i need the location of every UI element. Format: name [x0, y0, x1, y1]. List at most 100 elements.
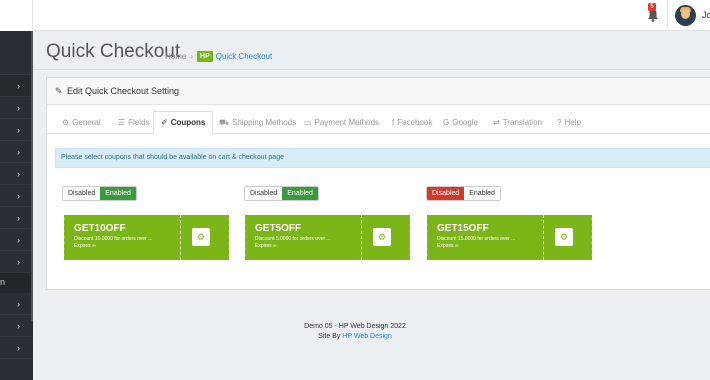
avatar[interactable]	[675, 5, 696, 26]
tab-shipping-methods[interactable]: ⛟ Shipping Methods	[219, 111, 296, 134]
sidebar-item[interactable]: ›	[0, 163, 33, 185]
chevron-right-icon: ›	[17, 125, 20, 135]
coupon-code: GET10OFF	[74, 223, 126, 234]
enabled-option[interactable]: Enabled	[282, 187, 318, 200]
tab-bar: ⚙ General ☰ Fields ✐ Coupons ⛟ Shipping Meth…	[47, 111, 710, 135]
disabled-option[interactable]: Disabled	[427, 187, 465, 200]
sidebar-item[interactable]: ›	[0, 337, 33, 359]
chevron-right-icon: ›	[17, 103, 20, 113]
coupon-toggle[interactable]: Disabled Enabled	[62, 186, 137, 201]
enabled-option[interactable]: Enabled	[464, 187, 500, 200]
tab-label: Google	[452, 118, 479, 127]
top-bar: 5 Jo	[0, 0, 710, 31]
chevron-right-icon: ›	[17, 235, 20, 245]
sidebar-item[interactable]: ›	[0, 119, 33, 141]
coupon-perforation	[543, 215, 544, 260]
chevron-right-icon: ›	[17, 169, 20, 179]
translate-icon: ⇄	[493, 118, 500, 127]
tab-label: Payment Methods	[314, 118, 380, 127]
coupon-edge	[62, 215, 66, 260]
chevron-right-icon: ›	[17, 257, 20, 267]
footer-copyright: Demo 05 - HP Web Design 2022	[304, 323, 406, 330]
breadcrumb-current[interactable]: Quick Checkout	[216, 52, 272, 61]
coupon-toggle[interactable]: Disabled Enabled	[426, 186, 501, 201]
page-title: Quick Checkout	[46, 41, 181, 62]
sidebar-item[interactable]: ›	[0, 207, 33, 229]
gear-icon[interactable]: ⚙	[192, 228, 210, 246]
enabled-option[interactable]: Enabled	[100, 187, 136, 200]
sidebar-item[interactable]: ›	[0, 97, 33, 119]
chevron-right-icon: ›	[17, 147, 20, 157]
chevron-right-icon: ›	[17, 81, 20, 91]
info-alert: Please select coupons that should be ava…	[55, 148, 710, 168]
sidebar-scrollbar[interactable]	[31, 31, 33, 321]
tab-help[interactable]: ? Help	[557, 111, 581, 134]
credit-card-icon: ▭	[304, 118, 312, 127]
coupon-description: Discount 15.0000 for orders over ...	[437, 236, 516, 242]
coupon-code: GET15OFF	[437, 223, 489, 234]
disabled-option[interactable]: Disabled	[63, 187, 101, 200]
coupon-edge	[590, 215, 594, 260]
footer-credit: Site By HP Web Design	[0, 333, 710, 340]
sidebar-item[interactable]: ›	[0, 229, 33, 251]
footer-credit-prefix: Site By	[318, 333, 341, 340]
topbar-divider	[667, 0, 668, 31]
chevron-right-icon: ›	[17, 299, 20, 309]
coupon-toggle[interactable]: Disabled Enabled	[244, 186, 319, 201]
user-name[interactable]: Jo	[702, 10, 710, 20]
avatar-face	[681, 9, 690, 19]
sidebar-item[interactable]	[0, 53, 33, 75]
tab-label: General	[72, 118, 101, 127]
tab-general[interactable]: ⚙ General	[62, 111, 101, 134]
coupon-expires: Expires ∞	[255, 243, 277, 249]
gear-icon[interactable]: ⚙	[373, 228, 391, 246]
pencil-icon: ✎	[55, 86, 63, 96]
ticket-icon: ✐	[161, 118, 168, 127]
sidebar-section-label: n	[0, 277, 6, 287]
breadcrumb-separator: ›	[190, 52, 194, 61]
tab-facebook[interactable]: f Facebook	[392, 111, 432, 134]
sidebar-item[interactable]: ›	[0, 141, 33, 163]
list-icon: ☰	[118, 118, 126, 127]
coupon-code: GET5OFF	[255, 223, 302, 234]
tab-google[interactable]: G Google	[443, 111, 478, 134]
facebook-icon: f	[392, 118, 395, 127]
coupon-description: Discount 5.0000 for orders over ...	[255, 236, 331, 242]
breadcrumb-home[interactable]: Home	[165, 52, 186, 61]
footer-credit-link[interactable]: HP Web Design	[342, 333, 392, 340]
gear-icon: ⚙	[62, 118, 70, 127]
notification-badge: 5	[648, 3, 656, 11]
settings-panel: ✎ Edit Quick Checkout Setting ⚙ General ☰…	[46, 77, 710, 290]
hp-logo-icon: HP	[197, 51, 213, 62]
tab-label: Shipping Methods	[232, 118, 297, 127]
panel-title: Edit Quick Checkout Setting	[67, 86, 180, 96]
panel-heading: ✎ Edit Quick Checkout Setting	[47, 78, 710, 105]
sidebar-item[interactable]: ›	[0, 293, 33, 315]
sidebar-item[interactable]: ›	[0, 185, 33, 207]
coupon-perforation	[361, 215, 362, 260]
tab-label: Translation	[502, 118, 542, 127]
breadcrumb: Home › HP Quick Checkout	[165, 51, 272, 62]
tab-translation[interactable]: ⇄ Translation	[493, 111, 542, 134]
tab-label: Facebook	[397, 118, 433, 127]
tab-fields[interactable]: ☰ Fields	[118, 111, 150, 134]
top-bar-left-strip	[0, 0, 33, 31]
disabled-option[interactable]: Disabled	[245, 187, 283, 200]
coupon-perforation	[180, 215, 181, 260]
coupon-description: Discount 10.0000 for orders over ...	[74, 236, 153, 242]
tab-label: Coupons	[170, 118, 206, 127]
sidebar-item[interactable]: ›	[0, 75, 33, 97]
coupon-card: GET5OFF Discount 5.0000 for orders over …	[243, 215, 412, 260]
coupon-edge	[408, 215, 412, 260]
footer: Demo 05 - HP Web Design 2022 Site By HP …	[0, 323, 710, 340]
google-icon: G	[443, 118, 450, 127]
sidebar-item[interactable]: ›	[0, 251, 33, 273]
coupon-card: GET15OFF Discount 15.0000 for orders ove…	[425, 215, 594, 260]
chevron-right-icon: ›	[17, 191, 20, 201]
tab-label: Help	[564, 118, 581, 127]
gear-icon[interactable]: ⚙	[555, 228, 573, 246]
tab-payment-methods[interactable]: ▭ Payment Methods	[304, 111, 379, 134]
coupon-expires: Expires ∞	[74, 243, 96, 249]
tab-coupons[interactable]: ✐ Coupons	[153, 111, 214, 135]
truck-icon: ⛟	[219, 118, 230, 127]
